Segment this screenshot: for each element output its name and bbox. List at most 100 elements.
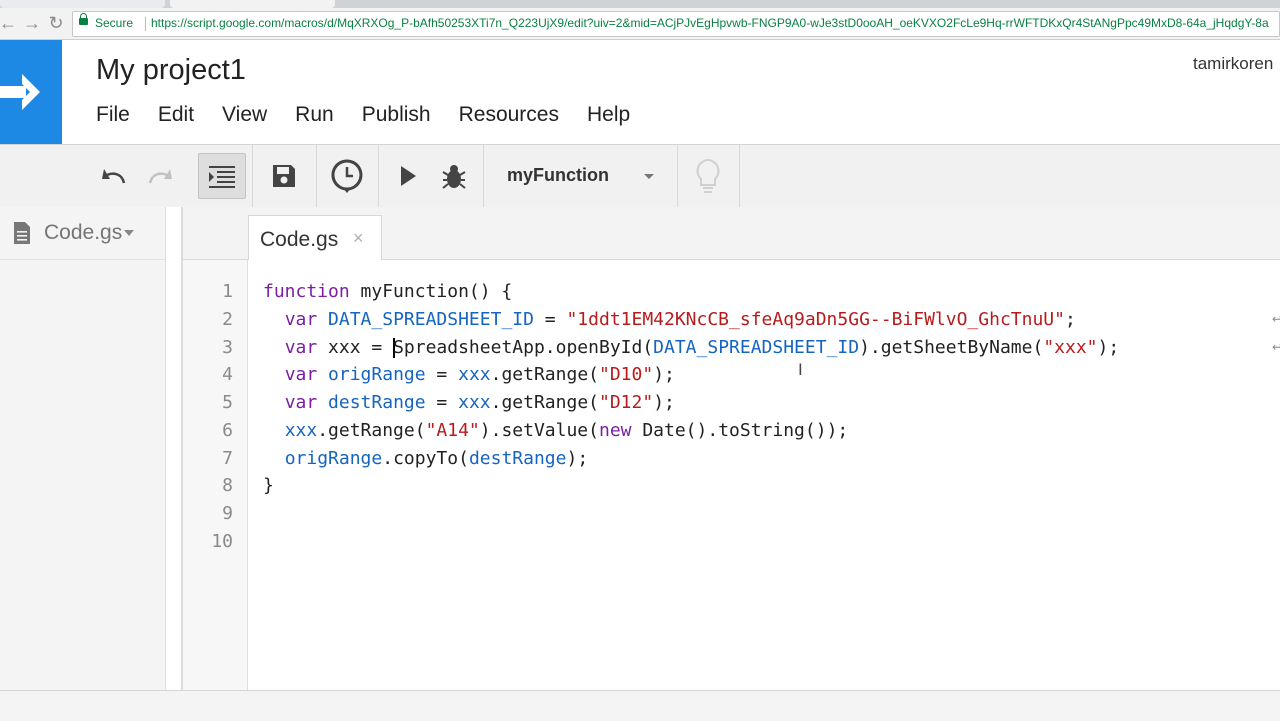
indent-button[interactable] [198,153,246,199]
editor-toolbar: myFunction [0,144,1280,208]
code-text: ); [1097,337,1120,358]
code-string: "D12" [599,392,654,413]
line-number: 1 [222,281,233,302]
lightbulb-button[interactable] [688,145,728,207]
address-bar[interactable]: Secure https://script.google.com/macros/… [72,11,1280,37]
code-keyword: var [284,392,318,413]
browser-toolbar: ← → ↻ Secure https://script.google.com/m… [0,8,1280,40]
menu-bar: File Edit View Run Publish Resources Hel… [96,103,658,127]
tab-label: Code.gs [260,228,339,251]
close-icon[interactable]: × [353,228,364,249]
undo-icon [102,169,126,184]
toolbar-divider [316,145,317,207]
status-bar [0,690,1280,721]
code-text: .getRange( [490,364,599,385]
code-text: ; [1064,309,1076,330]
line-number: 3 [222,337,233,358]
code-variable: origRange [328,364,426,385]
line-number: 5 [222,392,233,413]
code-line-6[interactable]: xxx.getRange("A14").setValue(new Date().… [263,420,849,441]
code-variable: DATA_SPREADSHEET_ID [328,309,534,330]
toolbar-divider [378,145,379,207]
reload-icon[interactable]: ↻ [46,13,66,33]
code-text: } [263,475,274,496]
menu-help[interactable]: Help [587,103,630,127]
sidebar-file-name: Code.gs [44,221,123,244]
file-sidebar: Code.gs [0,207,166,697]
code-variable: DATA_SPREADSHEET_ID [653,337,860,358]
apps-script-logo[interactable] [0,40,62,144]
menu-view[interactable]: View [222,103,267,127]
lightbulb-icon [696,158,720,193]
save-icon [273,165,295,187]
line-number: 8 [222,475,233,496]
security-label: Secure [95,16,134,30]
code-text: SpreadsheetApp.openById( [393,337,654,358]
code-line-2[interactable]: var DATA_SPREADSHEET_ID = "1ddt1EM42KNcC… [263,309,1076,330]
code-text: Date().toString()); [631,420,849,441]
toolbar-divider [739,145,740,207]
menu-resources[interactable]: Resources [459,103,559,127]
code-string: "xxx" [1043,337,1098,358]
code-keyword: var [284,337,318,358]
chevron-down-icon[interactable] [124,230,135,236]
code-text: ).setValue( [479,420,599,441]
menu-edit[interactable]: Edit [158,103,194,127]
code-text: = [425,392,459,413]
chevron-down-icon [644,174,654,179]
function-select[interactable]: myFunction [484,145,676,207]
browser-tab-strip [0,0,1280,8]
save-button[interactable] [262,145,306,207]
code-line-8[interactable]: } [263,475,274,496]
project-title[interactable]: My project1 [96,54,246,87]
browser-tab[interactable] [0,0,165,8]
code-line-5[interactable]: var destRange = xxx.getRange("D12"); [263,392,675,413]
code-text: ); [653,392,675,413]
url-text[interactable]: https://script.google.com/macros/d/MqXRX… [151,16,1271,30]
browser-tab-active[interactable] [170,0,335,8]
menu-run[interactable]: Run [295,103,334,127]
play-icon [401,166,416,186]
address-separator [145,17,146,31]
code-line-1[interactable]: function myFunction() { [263,281,512,302]
editor-tab-bar: Code.gs × [183,207,1280,261]
sidebar-divider [0,259,165,260]
user-account[interactable]: tamirkoren [1193,54,1273,74]
undo-button[interactable] [96,145,132,207]
menu-file[interactable]: File [96,103,130,127]
code-text: myFunction() { [349,281,513,302]
line-number: 6 [222,420,233,441]
code-string: "A14" [425,420,480,441]
run-button[interactable] [392,145,424,207]
line-number: 9 [222,503,233,524]
triggers-button[interactable] [326,145,368,207]
code-variable: xxx [458,392,491,413]
menu-publish[interactable]: Publish [362,103,431,127]
debug-button[interactable] [436,145,472,207]
line-number: 7 [222,448,233,469]
code-line-3[interactable]: var xxx = SpreadsheetApp.openById(DATA_S… [263,337,1119,358]
code-line-7[interactable]: origRange.copyTo(destRange); [263,448,588,469]
code-text: ); [653,364,675,385]
forward-arrow-icon[interactable]: → [22,13,42,33]
indent-icon [209,166,235,188]
clock-trigger-icon [331,159,363,193]
code-text: ); [566,448,589,469]
tab-code-gs[interactable]: Code.gs × [248,215,382,261]
toolbar-divider [252,145,253,207]
redo-button[interactable] [142,145,178,207]
code-text: = [360,337,394,358]
line-number: 10 [211,531,233,552]
code-text: xxx [328,337,361,358]
code-text: = [533,309,567,330]
back-arrow-icon[interactable]: ← [0,13,18,33]
lock-icon [79,13,88,25]
code-line-4[interactable]: var origRange = xxx.getRange("D10"); [263,364,675,385]
code-variable: origRange [284,448,383,469]
code-variable: destRange [328,392,426,413]
function-select-label: myFunction [507,165,609,185]
code-keyword: var [284,364,318,385]
code-variable: destRange [468,448,567,469]
code-keyword: function [263,281,350,302]
sidebar-file-code-gs[interactable]: Code.gs [12,221,135,245]
